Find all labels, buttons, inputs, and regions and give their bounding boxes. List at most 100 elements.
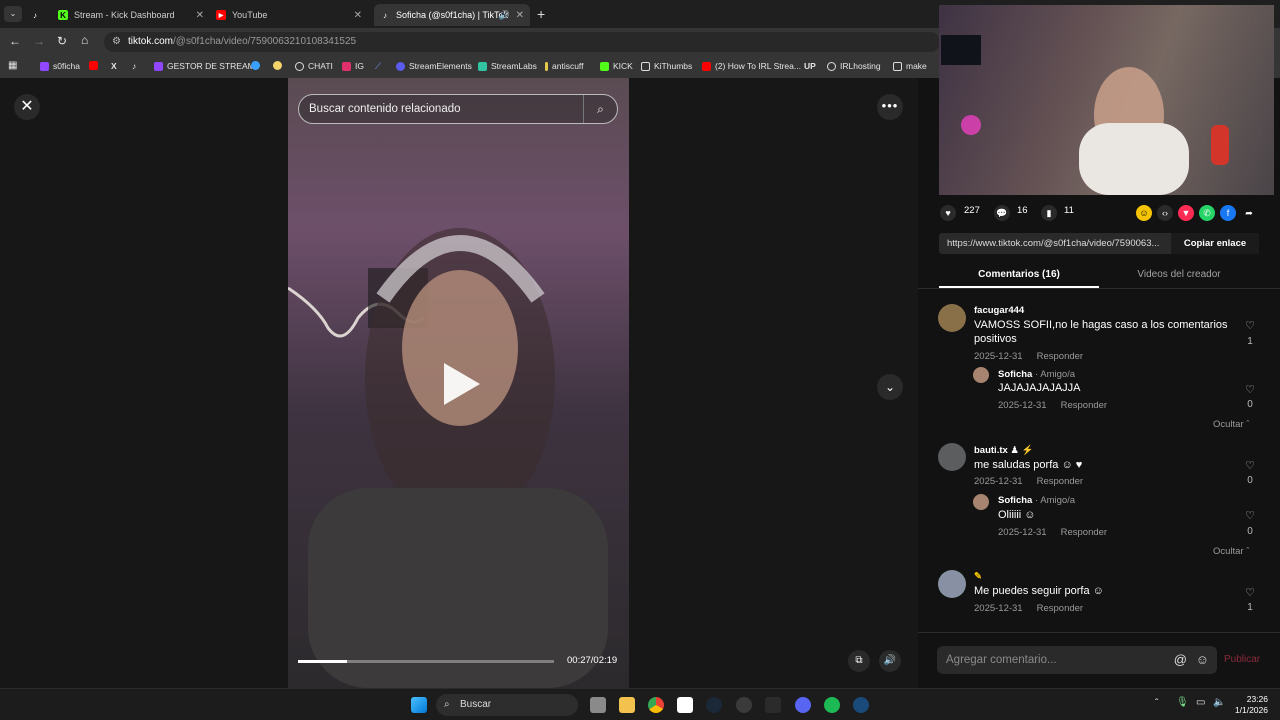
hide-replies-button[interactable]: Ocultar ˆ xyxy=(1213,546,1249,557)
comment-username[interactable]: bauti.tx ♟ ⚡ xyxy=(974,445,1033,456)
epic-games-icon[interactable] xyxy=(765,697,781,713)
bookmark-chati[interactable]: CHATI xyxy=(295,61,333,71)
avatar[interactable] xyxy=(973,494,989,510)
bookmark-antiscuff[interactable]: antiscuff xyxy=(545,61,584,71)
apps-grid-icon[interactable]: ▦ xyxy=(8,60,17,71)
comment-username[interactable]: Soficha · Amigo/a xyxy=(998,369,1075,380)
tab-kick-dashboard[interactable]: K Stream - Kick Dashboard ✕ xyxy=(58,4,210,26)
comment-username[interactable]: facugar444 xyxy=(974,305,1024,316)
avatar[interactable] xyxy=(938,304,966,332)
share-arrow-icon[interactable]: ➦ xyxy=(1241,205,1257,221)
emoji-picker-icon[interactable]: ☺ xyxy=(1196,646,1209,674)
chrome-icon[interactable] xyxy=(648,697,664,713)
speaker-icon[interactable]: 🔈 xyxy=(1213,697,1225,708)
comment-icon[interactable]: 💬 xyxy=(994,205,1010,221)
publish-button[interactable]: Publicar xyxy=(1224,654,1260,665)
comment-username[interactable]: Soficha · Amigo/a xyxy=(998,495,1075,506)
file-explorer-icon[interactable] xyxy=(619,697,635,713)
task-view-icon[interactable] xyxy=(590,697,606,713)
tab-youtube[interactable]: ▶ YouTube ✕ xyxy=(216,4,368,26)
taskbar-search[interactable]: ⌕ Buscar xyxy=(436,694,578,716)
bookmark-gestor-de-stream[interactable]: GESTOR DE STREAM xyxy=(154,61,255,71)
obs-icon[interactable] xyxy=(736,697,752,713)
whatsapp-icon[interactable]: ✆ xyxy=(1199,205,1215,221)
bookmark-icon[interactable]: ▮ xyxy=(1041,205,1057,221)
bookmark-chart[interactable]: ⟋ xyxy=(375,61,381,72)
play-icon[interactable] xyxy=(444,363,480,405)
bookmark-make[interactable]: make xyxy=(893,61,927,71)
reload-icon[interactable]: ↻ xyxy=(57,34,67,48)
chevron-up-icon[interactable]: ˆ xyxy=(1155,698,1158,709)
coin-icon[interactable]: ☺ xyxy=(1136,205,1152,221)
close-tab-icon[interactable]: ✕ xyxy=(354,10,362,21)
search-icon[interactable]: ⌕ xyxy=(583,95,617,123)
volume-icon[interactable]: 🔊 xyxy=(879,650,901,672)
mention-icon[interactable]: @ xyxy=(1174,646,1187,674)
bookmark-irlhosting[interactable]: IRLhosting xyxy=(827,61,881,71)
microphone-icon[interactable]: 🎙 xyxy=(1176,697,1189,708)
comment-like-icon[interactable]: ♡ xyxy=(1243,509,1257,522)
heart-icon[interactable]: ♥ xyxy=(940,205,956,221)
back-icon[interactable]: ← xyxy=(9,34,21,48)
bookmark-kithumbs[interactable]: KiThumbs xyxy=(641,61,692,71)
more-options-icon[interactable]: ••• xyxy=(877,94,903,120)
hide-replies-button[interactable]: Ocultar ˆ xyxy=(1213,419,1249,430)
bookmark-x[interactable]: X xyxy=(111,61,117,71)
tab-tiktok-video[interactable]: ♪ Soficha (@s0f1cha) | TikTok 🔊 ✕ xyxy=(374,4,530,26)
bookmark-irl-stream[interactable]: (2) How To IRL Strea... xyxy=(702,61,801,71)
bookmark-streamlabs[interactable]: StreamLabs xyxy=(478,61,537,71)
display-icon[interactable]: ▭ xyxy=(1196,697,1205,708)
bookmark-up[interactable]: UP xyxy=(804,61,816,71)
reply-link[interactable]: Responder xyxy=(1061,527,1107,538)
comment-like-icon[interactable]: ♡ xyxy=(1243,459,1257,472)
steam-icon[interactable] xyxy=(853,697,869,713)
forward-icon[interactable]: → xyxy=(33,34,45,48)
reply-link[interactable]: Responder xyxy=(1061,400,1107,411)
bookmark-s0ficha[interactable]: s0ficha xyxy=(40,61,80,71)
comment-input[interactable]: Agregar comentario... @ ☺ xyxy=(937,646,1217,674)
chevron-down-icon[interactable]: ⌄ xyxy=(877,374,903,400)
copy-link-button[interactable]: Copiar enlace xyxy=(1171,233,1259,254)
bookmark-ig[interactable]: IG xyxy=(342,61,364,71)
steam-icon[interactable] xyxy=(706,697,722,713)
bookmark-youtube[interactable] xyxy=(89,61,102,70)
taskbar-clock[interactable]: 23:26 1/1/2026 xyxy=(1235,694,1268,716)
start-icon[interactable] xyxy=(411,697,427,713)
avatar[interactable] xyxy=(973,367,989,383)
reply-link[interactable]: Responder xyxy=(1037,476,1083,487)
facebook-icon[interactable]: f xyxy=(1220,205,1236,221)
comment-like-icon[interactable]: ♡ xyxy=(1243,319,1257,332)
tab-search-button[interactable]: ⌄ xyxy=(4,6,22,22)
bookmark-blue[interactable] xyxy=(251,61,264,70)
site-info-icon[interactable]: ⚙ xyxy=(112,32,121,52)
bookmark-kick[interactable]: KICK xyxy=(600,61,633,71)
avatar[interactable] xyxy=(938,443,966,471)
picture-in-picture-icon[interactable]: ⧉ xyxy=(848,650,870,672)
comment-username[interactable]: ✎ xyxy=(974,571,982,582)
panel-tabs: Comentarios (16) Videos del creador xyxy=(939,264,1259,288)
new-tab-button[interactable]: + xyxy=(537,6,545,22)
capcut-icon[interactable] xyxy=(677,697,693,713)
bookmark-streamelements[interactable]: StreamElements xyxy=(396,61,472,71)
bookmark-yellow[interactable] xyxy=(273,61,286,70)
address-bar[interactable]: ⚙ tiktok.com/@s0f1cha/video/759006321010… xyxy=(104,32,940,52)
discord-icon[interactable] xyxy=(795,697,811,713)
bookmark-tiktok[interactable]: ♪ xyxy=(132,61,136,71)
comment-like-icon[interactable]: ♡ xyxy=(1243,586,1257,599)
video-progress-bar[interactable] xyxy=(298,660,554,663)
tab-creator-videos[interactable]: Videos del creador xyxy=(1099,269,1259,280)
close-tab-icon[interactable]: ✕ xyxy=(196,10,204,21)
tab-tiktok-pinned[interactable]: ♪ xyxy=(30,4,50,26)
reply-link[interactable]: Responder xyxy=(1037,351,1083,362)
close-icon[interactable]: ✕ xyxy=(14,94,40,120)
close-tab-icon[interactable]: ✕ xyxy=(516,10,524,21)
embed-icon[interactable]: ‹› xyxy=(1157,205,1173,221)
comment-like-icon[interactable]: ♡ xyxy=(1243,383,1257,396)
reply-link[interactable]: Responder xyxy=(1037,603,1083,614)
spotify-icon[interactable] xyxy=(824,697,840,713)
send-icon[interactable]: ▼ xyxy=(1178,205,1194,221)
tab-comments[interactable]: Comentarios (16) xyxy=(939,269,1099,280)
home-icon[interactable]: ⌂ xyxy=(81,33,88,47)
avatar[interactable] xyxy=(938,570,966,598)
related-search-input[interactable]: Buscar contenido relacionado ⌕ xyxy=(298,94,618,124)
